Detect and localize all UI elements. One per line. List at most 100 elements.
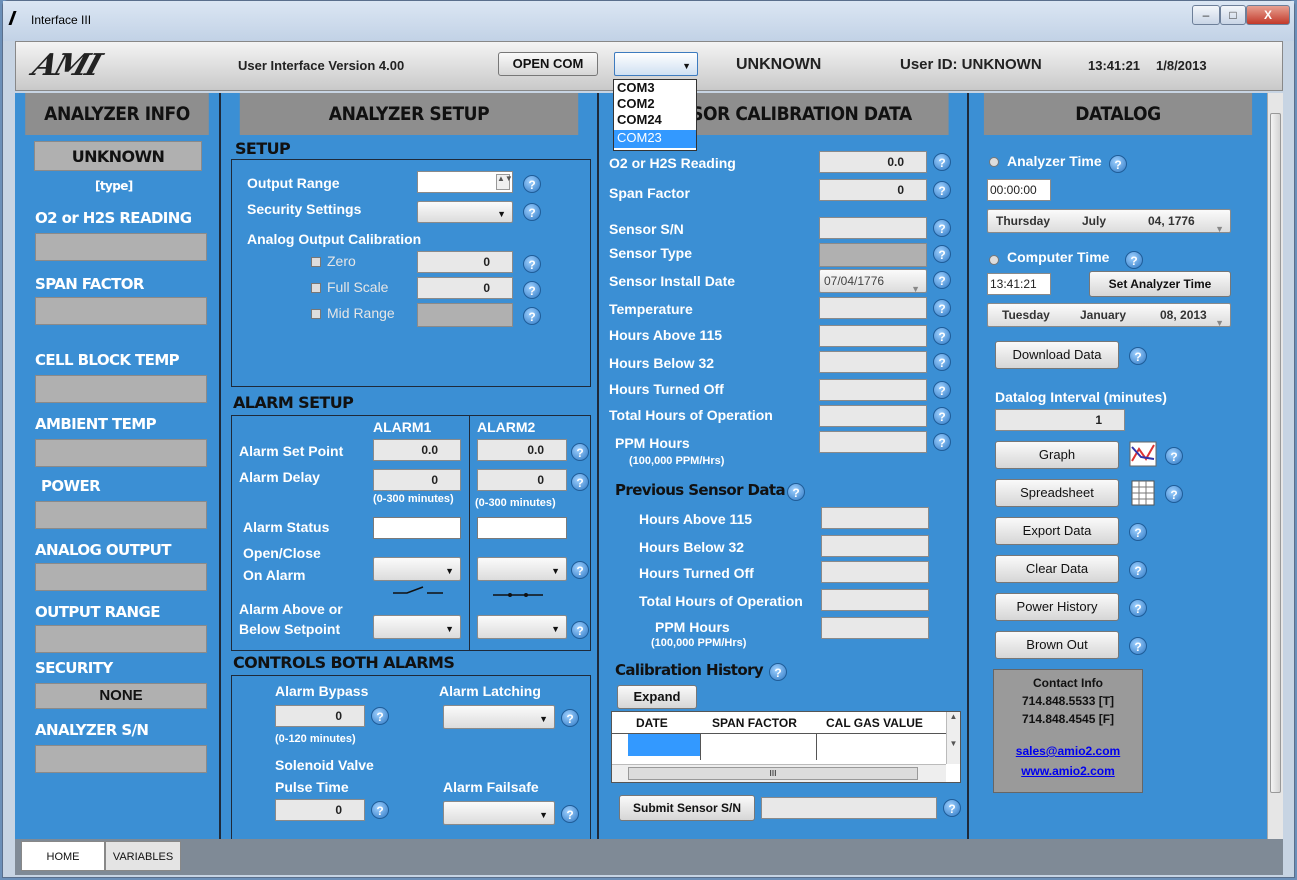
help-icon[interactable]: ? [787, 483, 805, 501]
help-icon[interactable]: ? [933, 407, 951, 425]
alarm1-open-close-select[interactable]: ▼ [373, 557, 461, 581]
tab-home[interactable]: HOME [21, 841, 105, 871]
help-icon[interactable]: ? [1129, 637, 1147, 655]
export-data-button[interactable]: Export Data [995, 517, 1119, 545]
analyzer-time-radio[interactable] [989, 157, 999, 167]
help-icon[interactable]: ? [1129, 523, 1147, 541]
output-range-input[interactable]: ▲▼ [417, 171, 513, 193]
com-option[interactable]: COM24 [614, 112, 696, 130]
mid-range-checkbox[interactable] [311, 309, 321, 319]
help-icon[interactable]: ? [523, 307, 541, 325]
install-date-picker[interactable]: 07/04/1776 ▼ [819, 269, 927, 294]
open-com-button[interactable]: OPEN COM [498, 52, 598, 76]
brown-out-button[interactable]: Brown Out [995, 631, 1119, 659]
submit-sensor-sn-input[interactable] [761, 797, 937, 819]
full-scale-checkbox[interactable] [311, 283, 321, 293]
computer-date-picker[interactable]: Tuesday January 08, 2013 ▼ [987, 303, 1231, 328]
alarm2-open-close-select[interactable]: ▼ [477, 557, 567, 581]
zero-checkbox[interactable] [311, 257, 321, 267]
help-icon[interactable]: ? [571, 443, 589, 461]
help-icon[interactable]: ? [571, 621, 589, 639]
help-icon[interactable]: ? [571, 561, 589, 579]
help-icon[interactable]: ? [371, 707, 389, 725]
spreadsheet-button[interactable]: Spreadsheet [995, 479, 1119, 507]
minimize-button[interactable]: – [1192, 5, 1220, 25]
alarm1-above-below-select[interactable]: ▼ [373, 615, 461, 639]
help-icon[interactable]: ? [1125, 251, 1143, 269]
vertical-scrollbar[interactable]: ▲ ▼ [946, 712, 960, 764]
help-icon[interactable]: ? [933, 181, 951, 199]
main-scroll-thumb[interactable] [1270, 113, 1281, 793]
help-icon[interactable]: ? [769, 663, 787, 681]
help-icon[interactable]: ? [933, 219, 951, 237]
power-history-button[interactable]: Power History [995, 593, 1119, 621]
help-icon[interactable]: ? [1109, 155, 1127, 173]
help-icon[interactable]: ? [523, 175, 541, 193]
help-icon[interactable]: ? [933, 245, 951, 263]
download-data-button[interactable]: Download Data [995, 341, 1119, 369]
close-button[interactable]: X [1246, 5, 1290, 25]
website-link[interactable]: www.amio2.com [994, 764, 1142, 778]
submit-sensor-sn-button[interactable]: Submit Sensor S/N [619, 795, 755, 821]
analyzer-date-picker[interactable]: Thursday July 04, 1776 ▼ [987, 209, 1231, 234]
main-scrollbar[interactable] [1267, 93, 1283, 839]
help-icon[interactable]: ? [1129, 347, 1147, 365]
help-icon[interactable]: ? [523, 203, 541, 221]
help-icon[interactable]: ? [933, 433, 951, 451]
email-link[interactable]: sales@amio2.com [994, 744, 1142, 758]
span-factor-input[interactable]: 0 [819, 179, 927, 201]
horizontal-scrollbar[interactable]: III [612, 764, 946, 782]
com-option[interactable]: COM3 [614, 80, 696, 96]
alarm1-delay-input[interactable]: 0 [373, 469, 461, 491]
help-icon[interactable]: ? [561, 709, 579, 727]
help-icon[interactable]: ? [933, 381, 951, 399]
sensor-sn-input[interactable] [819, 217, 927, 239]
help-icon[interactable]: ? [561, 805, 579, 823]
maximize-button[interactable]: □ [1220, 5, 1246, 25]
spinner-icon[interactable]: ▲▼ [496, 174, 513, 190]
alarm2-above-below-select[interactable]: ▼ [477, 615, 567, 639]
help-icon[interactable]: ? [933, 271, 951, 289]
scroll-thumb[interactable]: III [628, 767, 918, 780]
help-icon[interactable]: ? [943, 799, 961, 817]
alarm-latching-select[interactable]: ▼ [443, 705, 555, 729]
com-option[interactable]: COM2 [614, 96, 696, 112]
expand-button[interactable]: Expand [617, 685, 697, 709]
help-icon[interactable]: ? [1129, 561, 1147, 579]
clear-data-button[interactable]: Clear Data [995, 555, 1119, 583]
pulse-time-input[interactable]: 0 [275, 799, 365, 821]
alarm2-set-point-input[interactable]: 0.0 [477, 439, 567, 461]
help-icon[interactable]: ? [1165, 485, 1183, 503]
help-icon[interactable]: ? [933, 299, 951, 317]
analyzer-time-input[interactable]: 00:00:00 [987, 179, 1051, 201]
security-settings-select[interactable]: ▼ [417, 201, 513, 223]
help-icon[interactable]: ? [523, 281, 541, 299]
graph-button[interactable]: Graph [995, 441, 1119, 469]
help-icon[interactable]: ? [1129, 599, 1147, 617]
zero-input[interactable]: 0 [417, 251, 513, 273]
sensor-reading-input[interactable]: 0.0 [819, 151, 927, 173]
alarm1-set-point-input[interactable]: 0.0 [373, 439, 461, 461]
tab-variables[interactable]: VARIABLES [105, 841, 181, 871]
help-icon[interactable]: ? [933, 153, 951, 171]
com-port-select[interactable]: ▼ [614, 52, 698, 76]
help-icon[interactable]: ? [1165, 447, 1183, 465]
alarm-bypass-input[interactable]: 0 [275, 705, 365, 727]
com-dropdown-list[interactable]: COM3 COM2 COM24 COM23 [613, 79, 697, 151]
alarm-failsafe-select[interactable]: ▼ [443, 801, 555, 825]
help-icon[interactable]: ? [371, 801, 389, 819]
computer-time-radio[interactable] [989, 255, 999, 265]
help-icon[interactable]: ? [933, 353, 951, 371]
alarm2-delay-input[interactable]: 0 [477, 469, 567, 491]
help-icon[interactable]: ? [523, 255, 541, 273]
full-scale-input[interactable]: 0 [417, 277, 513, 299]
help-icon[interactable]: ? [571, 473, 589, 491]
help-icon[interactable]: ? [933, 327, 951, 345]
com-option-highlighted[interactable]: COM23 [614, 130, 696, 148]
computer-time-input[interactable]: 13:41:21 [987, 273, 1051, 295]
datalog-interval-input[interactable]: 1 [995, 409, 1125, 431]
set-analyzer-time-button[interactable]: Set Analyzer Time [1089, 271, 1231, 297]
table-row[interactable] [628, 734, 700, 756]
calibration-history-table[interactable]: DATE SPAN FACTOR CAL GAS VALUE ▲ ▼ III [611, 711, 961, 783]
mid-range-input[interactable] [417, 303, 513, 327]
